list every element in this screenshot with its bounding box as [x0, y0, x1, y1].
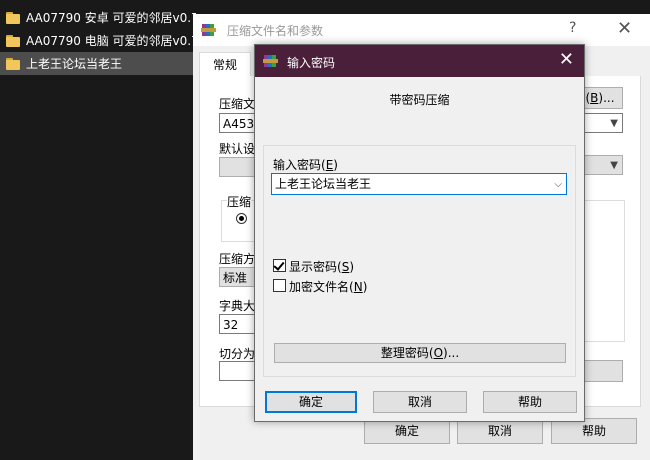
dialog-titlebar: 输入密码 ✕	[255, 45, 584, 77]
dialog-heading: 带密码压缩	[389, 93, 450, 107]
profile-select-left[interactable]	[219, 157, 255, 177]
show-password-label[interactable]: 显示密码(S)	[289, 258, 354, 275]
close-icon[interactable]: ✕	[617, 18, 632, 39]
compress-method-select[interactable]: 标准	[219, 267, 255, 287]
winrar-icon	[201, 22, 217, 38]
dict-size-select[interactable]: 32	[219, 314, 255, 334]
close-icon[interactable]: ✕	[559, 49, 574, 70]
dict-size-label: 字典大	[219, 299, 256, 313]
help-icon[interactable]: ?	[569, 20, 576, 36]
encrypt-names-label[interactable]: 加密文件名(N)	[289, 278, 367, 295]
file-item-selected[interactable]: 上老王论坛当老王	[0, 52, 196, 75]
file-item[interactable]: AA07790 电脑 可爱的邻居v0.7	[0, 29, 196, 52]
folder-icon	[6, 34, 20, 47]
dialog-ok-button[interactable]: 确定	[265, 391, 357, 413]
compress-method-label: 压缩方	[219, 252, 256, 266]
dialog-title: 输入密码	[287, 56, 336, 70]
browse-key: B	[590, 91, 599, 105]
split-label: 切分为	[219, 347, 256, 361]
archive-name-label: 压缩文	[219, 97, 256, 111]
archive-format-label: 压缩	[227, 193, 252, 210]
winrar-icon	[263, 53, 279, 69]
password-dialog: 输入密码 ✕ 带密码压缩 输入密码(E) 上老王论坛当老王 ⌵ 显示密码(S) …	[254, 44, 585, 422]
file-list: AA07790 安卓 可爱的邻居v0.7 AA07790 电脑 可爱的邻居v0.…	[0, 6, 196, 75]
password-value: 上老王论坛当老王	[275, 177, 372, 191]
file-name: 上老王论坛当老王	[26, 57, 123, 71]
show-password-checkbox[interactable]	[273, 259, 286, 272]
split-size-input[interactable]	[219, 361, 255, 381]
organize-passwords-button[interactable]: 整理密码(O)...	[274, 343, 566, 363]
window-title: 压缩文件名和参数	[227, 24, 324, 38]
chevron-down-icon: ▼	[610, 160, 618, 171]
folder-icon	[6, 11, 20, 24]
encrypt-names-checkbox[interactable]	[273, 279, 286, 292]
file-name: AA07790 电脑 可爱的邻居v0.7	[26, 34, 196, 48]
window-titlebar: 压缩文件名和参数 ? ✕	[193, 14, 650, 46]
dialog-help-button[interactable]: 帮助	[483, 391, 577, 413]
tab-general[interactable]: 常规	[199, 52, 251, 77]
file-name: AA07790 安卓 可爱的邻居v0.7	[26, 11, 196, 25]
password-input[interactable]: 上老王论坛当老王 ⌵	[271, 173, 567, 195]
file-item[interactable]: AA07790 安卓 可爱的邻居v0.7	[0, 6, 196, 29]
default-profile-label: 默认设	[219, 142, 256, 156]
dialog-cancel-button[interactable]: 取消	[373, 391, 467, 413]
chevron-down-icon: ▼	[610, 118, 618, 129]
folder-icon	[6, 57, 20, 70]
password-label: 输入密码(E)	[273, 158, 338, 172]
format-radio[interactable]	[236, 213, 247, 224]
checkmark-icon	[273, 259, 285, 271]
chevron-down-icon[interactable]: ⌵	[554, 175, 562, 195]
